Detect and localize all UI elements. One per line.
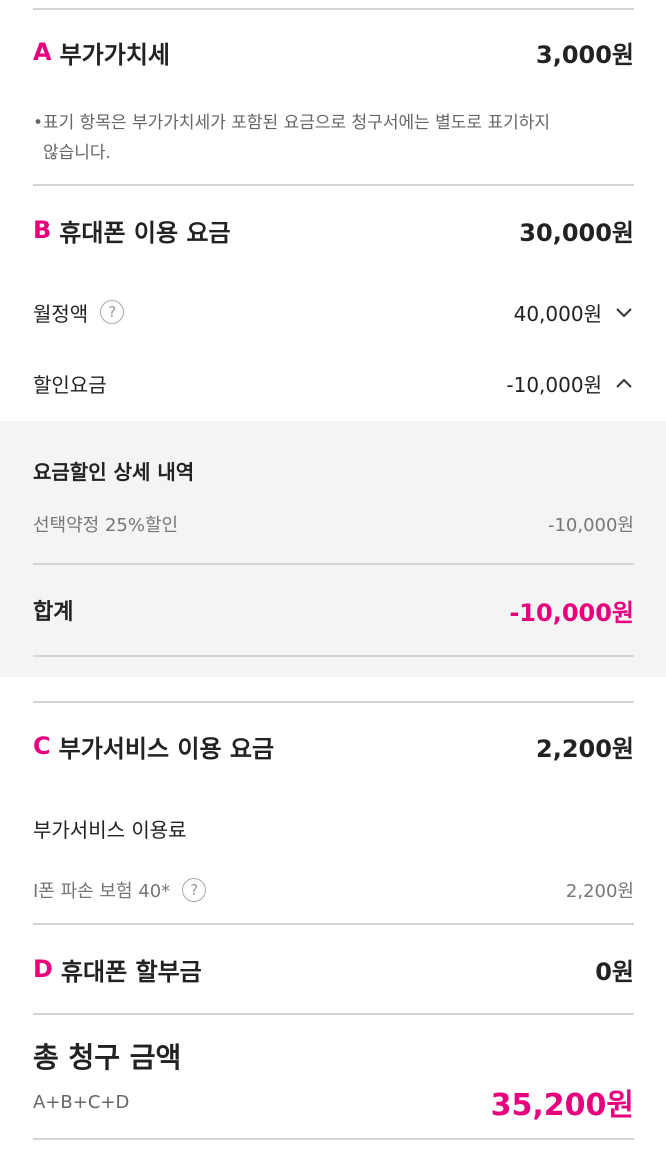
discount-item-row: 선택약정 25%할인 -10,000원	[33, 508, 634, 540]
total-title: 총 청구 금액	[33, 1041, 182, 1074]
total-amount: 35,200원	[490, 1088, 634, 1123]
help-icon[interactable]: ?	[182, 878, 207, 902]
vat-title: A 부가가치세	[33, 35, 170, 70]
bullet-icon: •	[33, 113, 44, 133]
monthly-fee-label: 월정액	[33, 301, 89, 326]
discount-sum-amount: -10,000원	[509, 598, 634, 627]
discount-detail-header: 요금할인 상세 내역	[33, 454, 634, 486]
vat-note-line1: 표기 항목은 부가가치세가 포함된 요금으로 청구서에는 별도로 표기하지	[43, 113, 551, 133]
total-title-row: 총 청구 금액	[33, 1034, 634, 1078]
section-letter-a: A	[33, 38, 52, 66]
billing-detail-page: A 부가가치세 3,000원 •표기 항목은 부가가치세가 포함된 요금으로 청…	[0, 0, 666, 1150]
discount-item-label: 선택약정 25%할인	[33, 515, 179, 536]
vat-note-line2: 않습니다.	[43, 143, 111, 163]
divider	[33, 701, 634, 703]
chevron-up-icon[interactable]	[614, 373, 634, 393]
discount-sum-row: 합계 -10,000원	[33, 590, 634, 630]
phone-fee-title-text: 휴대폰 이용 요금	[59, 218, 231, 247]
divider	[33, 1013, 634, 1015]
vat-amount: 3,000원	[536, 40, 634, 69]
phone-fee-title: B 휴대폰 이용 요금	[33, 213, 231, 248]
addon-item-label: I폰 파손 보험 40*	[33, 881, 171, 902]
section-letter-c: C	[33, 732, 51, 760]
addon-title: C 부가서비스 이용 요금	[33, 729, 274, 764]
addon-row: C 부가서비스 이용 요금 2,200원	[33, 726, 634, 766]
installment-amount: 0원	[595, 957, 634, 986]
divider	[33, 1138, 634, 1140]
addon-item-row: I폰 파손 보험 40* ? 2,200원	[33, 873, 634, 907]
addon-subhead: 부가서비스 이용료	[33, 817, 187, 842]
discount-fee-row[interactable]: 할인요금 -10,000원	[33, 365, 634, 401]
installment-row: D 휴대폰 할부금 0원	[33, 949, 634, 989]
discount-detail-title: 요금할인 상세 내역	[33, 459, 195, 484]
divider	[33, 184, 634, 186]
monthly-fee-label-group: 월정액 ?	[33, 298, 125, 327]
phone-fee-row: B 휴대폰 이용 요금 30,000원	[33, 210, 634, 250]
discount-fee-amount-group[interactable]: -10,000원	[506, 369, 634, 398]
discount-item-amount: -10,000원	[547, 515, 634, 536]
help-icon[interactable]: ?	[100, 300, 125, 324]
monthly-fee-amount: 40,000원	[513, 301, 602, 326]
discount-sum-label: 합계	[33, 600, 74, 625]
section-letter-d: D	[33, 955, 53, 983]
total-formula: A+B+C+D	[33, 1091, 130, 1113]
discount-fee-label: 할인요금	[33, 372, 107, 397]
installment-title: D 휴대폰 할부금	[33, 952, 202, 987]
vat-title-text: 부가가치세	[59, 40, 170, 69]
monthly-fee-amount-group[interactable]: 40,000원	[514, 298, 634, 327]
divider	[33, 655, 634, 657]
monthly-fee-row[interactable]: 월정액 ? 40,000원	[33, 294, 634, 330]
addon-item-label-group: I폰 파손 보험 40* ?	[33, 877, 207, 903]
section-letter-b: B	[33, 216, 52, 244]
addon-item-amount: 2,200원	[565, 881, 634, 902]
addon-amount: 2,200원	[536, 734, 634, 763]
divider	[33, 923, 634, 925]
addon-subhead-row: 부가서비스 이용료	[33, 811, 634, 845]
installment-title-text: 휴대폰 할부금	[60, 957, 202, 986]
vat-note: •표기 항목은 부가가치세가 포함된 요금으로 청구서에는 별도로 표기하지 않…	[33, 108, 634, 168]
divider	[33, 563, 634, 565]
addon-title-text: 부가서비스 이용 요금	[58, 734, 275, 763]
total-amount-row: A+B+C+D 35,200원	[33, 1080, 634, 1124]
vat-row: A 부가가치세 3,000원	[33, 32, 634, 72]
chevron-down-icon[interactable]	[614, 302, 634, 322]
phone-fee-amount: 30,000원	[519, 218, 634, 247]
divider	[33, 8, 634, 10]
discount-fee-amount: -10,000원	[506, 372, 602, 397]
